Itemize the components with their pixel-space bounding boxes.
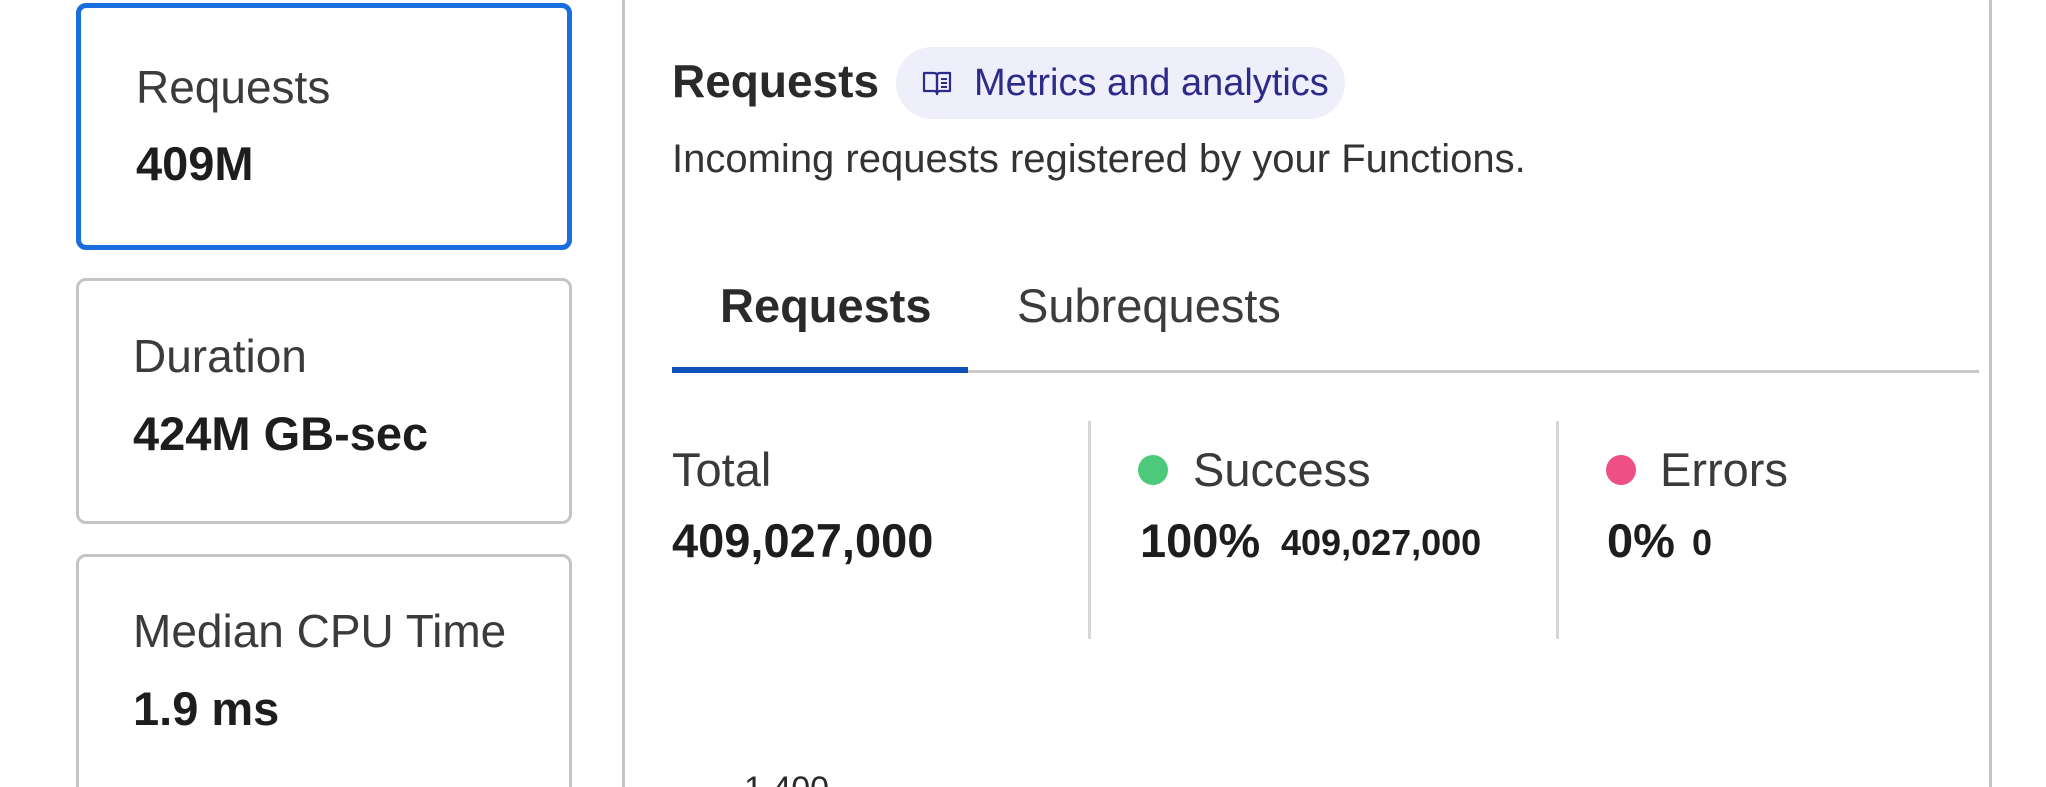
book-icon [922, 71, 952, 96]
metric-card-label: Requests [136, 61, 331, 113]
metric-card-duration[interactable]: Duration 424M GB-sec [76, 278, 572, 524]
tab-subrequests[interactable]: Subrequests [1017, 278, 1281, 333]
metric-card-value: 409M [136, 137, 254, 190]
panel-title: Requests [672, 55, 880, 107]
metric-card-label: Median CPU Time [133, 605, 507, 657]
stat-success-label: Success [1193, 443, 1371, 496]
stat-divider [1556, 421, 1559, 639]
stat-success-percent: 100% [1140, 514, 1261, 567]
panel-description: Incoming requests registered by your Fun… [672, 137, 1526, 181]
page: Requests 409M Duration 424M GB-sec Media… [0, 0, 2046, 787]
metric-card-requests[interactable]: Requests 409M [76, 3, 572, 250]
stat-errors-percent: 0% [1607, 514, 1675, 567]
stat-total-label: Total [672, 443, 772, 496]
metrics-docs-link[interactable]: Metrics and analytics [896, 47, 1345, 119]
stat-divider [1088, 421, 1091, 639]
chart-y-tick-label: 1,400 [744, 770, 829, 787]
tab-requests[interactable]: Requests [720, 278, 932, 333]
metrics-docs-label: Metrics and analytics [974, 61, 1329, 104]
metric-card-median-cpu-time[interactable]: Median CPU Time 1.9 ms [76, 554, 572, 787]
stat-errors-label: Errors [1660, 443, 1788, 496]
metric-card-label: Duration [133, 330, 307, 382]
metric-card-value: 1.9 ms [133, 682, 280, 735]
active-tab-indicator [672, 367, 968, 373]
stat-errors-count: 0 [1692, 522, 1713, 563]
stat-total-value: 409,027,000 [672, 514, 934, 567]
errors-dot-icon [1606, 455, 1636, 485]
metric-card-value: 424M GB-sec [133, 407, 429, 460]
success-dot-icon [1138, 455, 1168, 485]
stat-success-count: 409,027,000 [1281, 522, 1482, 563]
